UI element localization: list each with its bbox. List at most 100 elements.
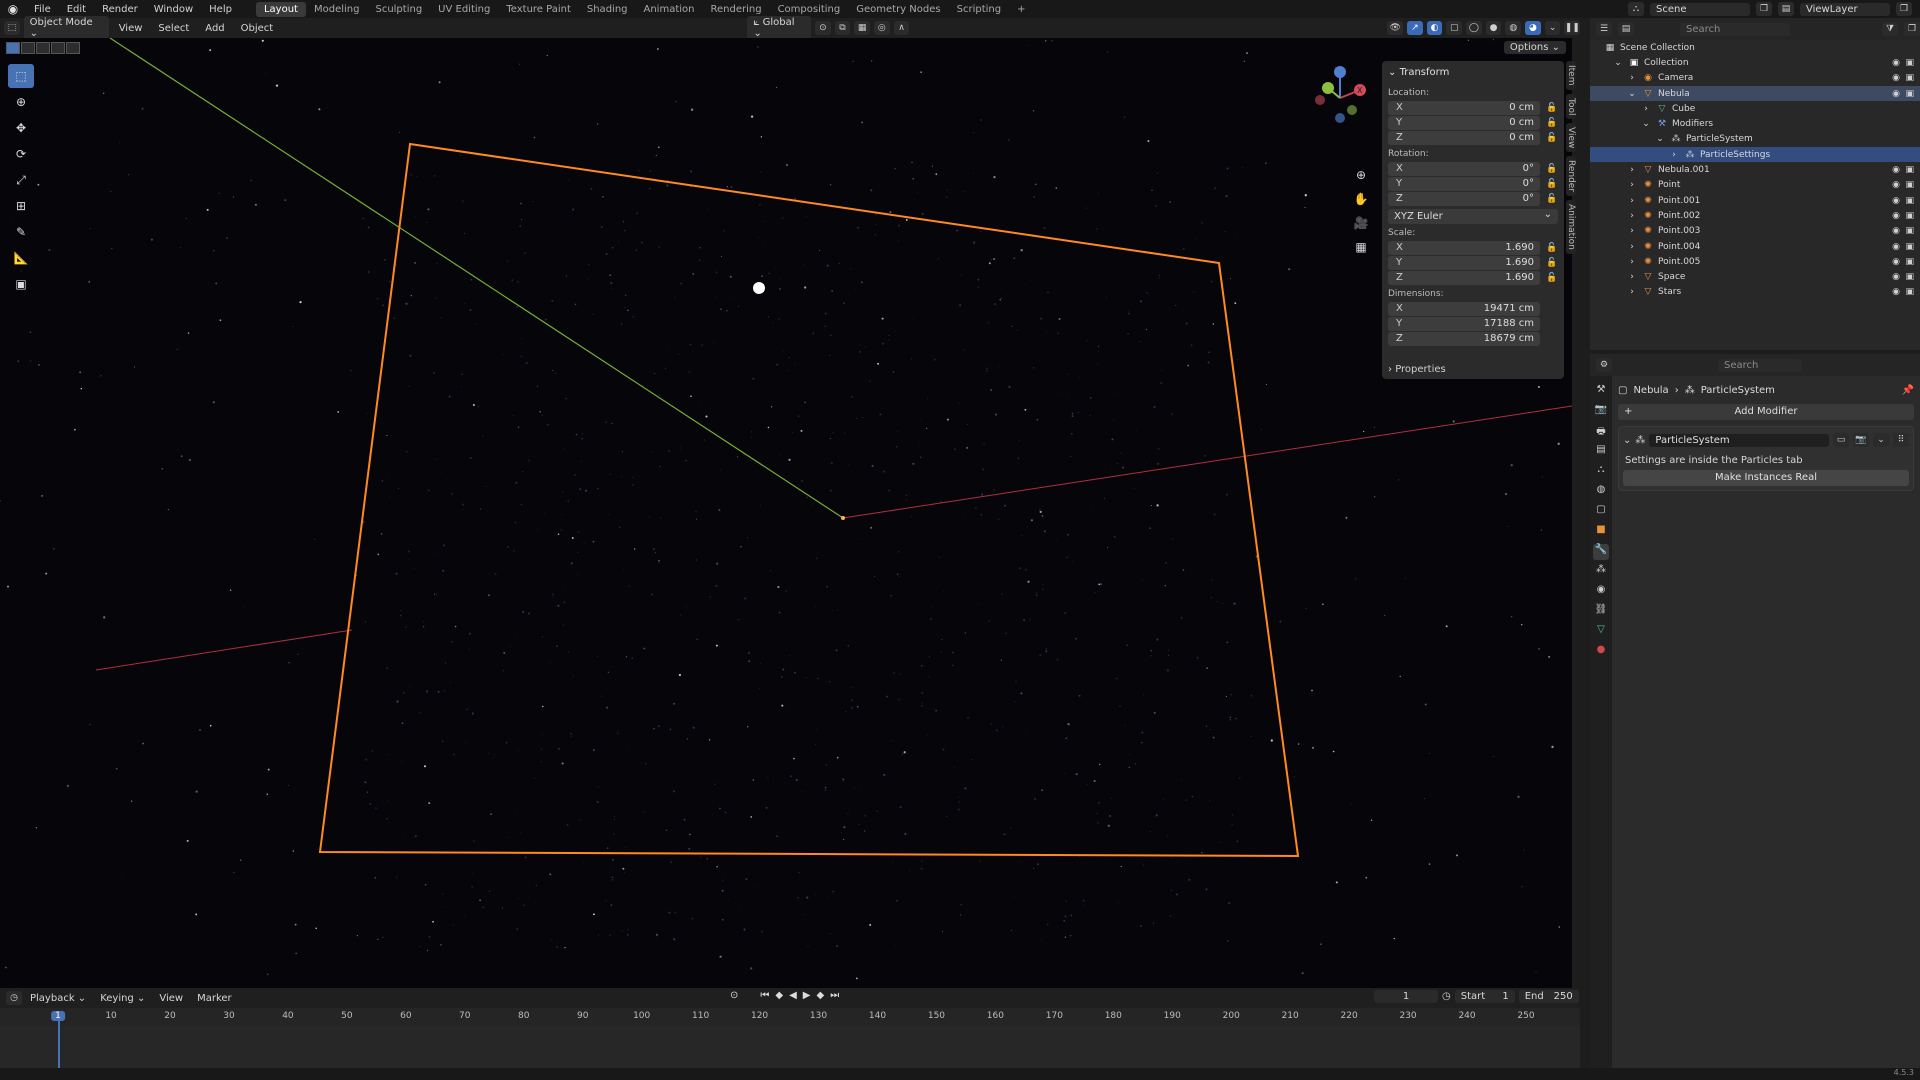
scale-z-field[interactable]: 1.690 [1428, 270, 1540, 285]
location-x-field[interactable]: 0 cm [1428, 100, 1540, 115]
shading-rendered-icon[interactable]: ◕ [1525, 21, 1541, 35]
scale-tool-icon[interactable]: ⤢ [8, 168, 34, 192]
transform-panel-header[interactable]: ⌄ Transform [1388, 65, 1558, 84]
rotation-mode-dropdown[interactable]: XYZ Euler [1388, 207, 1558, 224]
visibility-eye-icon[interactable]: ◉ [1892, 58, 1900, 68]
tool-settings-icon[interactable]: ⚒ [1593, 384, 1609, 400]
properties-search-input[interactable]: Search [1718, 358, 1802, 372]
dimensions-y-field[interactable]: 17188 cm [1428, 316, 1540, 331]
workspace-tab-modeling[interactable]: Modeling [306, 2, 368, 17]
pivot-point-icon[interactable]: ⊙ [815, 21, 831, 35]
render-camera-icon[interactable]: ▣ [1905, 272, 1914, 282]
timeline-editor-type-icon[interactable]: ◷ [6, 991, 22, 1005]
outliner-row[interactable]: › ✺ Point.002 ◉ ▣ [1590, 208, 1920, 223]
outliner-row[interactable]: › ▽ Stars ◉ ▣ [1590, 285, 1920, 300]
rotation-x-field[interactable]: 0° [1428, 161, 1540, 176]
render-camera-icon[interactable]: ▣ [1905, 257, 1914, 267]
jump-keyframe-forward-icon[interactable]: ◆ [817, 990, 825, 1001]
render-camera-icon[interactable]: ▣ [1905, 226, 1914, 236]
visibility-eye-icon[interactable]: ◉ [1892, 272, 1900, 282]
lock-icon[interactable]: 🔓 [1546, 118, 1558, 128]
show-render-icon[interactable]: 📷 [1853, 433, 1869, 447]
workspace-tab-rendering[interactable]: Rendering [702, 2, 769, 17]
dimensions-x-field[interactable]: 19471 cm [1428, 301, 1540, 316]
object-menu[interactable]: Object [235, 22, 280, 35]
visibility-eye-icon[interactable]: ◉ [1892, 242, 1900, 252]
expand-chevron-icon[interactable]: › [1668, 150, 1680, 160]
outliner-editor-type-icon[interactable]: ☰ [1596, 22, 1612, 36]
marker-menu[interactable]: Marker [191, 992, 238, 1005]
expand-chevron-icon[interactable]: › [1626, 211, 1638, 221]
outliner-row[interactable]: ⌄ ⚒ Modifiers [1590, 116, 1920, 131]
lock-icon[interactable]: 🔓 [1546, 194, 1558, 204]
expand-chevron-icon[interactable]: ⌄ [1626, 89, 1638, 99]
add-workspace-button[interactable]: + [1009, 2, 1033, 17]
tab-tool[interactable]: Tool [1566, 93, 1576, 119]
rotation-z-field[interactable]: 0° [1428, 191, 1540, 206]
workspace-tab-sculpting[interactable]: Sculpting [367, 2, 430, 17]
visibility-eye-icon[interactable]: ◉ [1892, 257, 1900, 267]
measure-tool-icon[interactable]: 📐 [8, 246, 34, 270]
outliner-row[interactable]: › ▽ Cube [1590, 101, 1920, 116]
mesh-data-icon[interactable]: ▽ [1593, 624, 1609, 640]
tab-item[interactable]: Item [1566, 61, 1576, 90]
constraints-icon[interactable]: ⛓ [1593, 604, 1609, 620]
outliner-row[interactable]: ⌄ ⁂ ParticleSystem [1590, 132, 1920, 147]
outliner-row[interactable]: › ✺ Point ◉ ▣ [1590, 178, 1920, 193]
expand-chevron-icon[interactable]: › [1626, 226, 1638, 236]
render-camera-icon[interactable]: ▣ [1905, 180, 1914, 190]
xray-toggle-icon[interactable]: ▢ [1446, 21, 1463, 35]
pause-render-icon[interactable]: ❚❚ [1564, 21, 1581, 35]
expand-chevron-icon[interactable]: › [1626, 73, 1638, 83]
lock-icon[interactable]: 🔓 [1546, 103, 1558, 113]
view-menu[interactable]: View [113, 22, 149, 35]
preview-range-clock-icon[interactable]: ◷ [1442, 991, 1451, 1002]
snap-icon[interactable]: ⧉ [834, 21, 851, 35]
pin-icon[interactable]: 📌 [1902, 385, 1914, 396]
expand-chevron-icon[interactable]: › [1626, 257, 1638, 267]
select-mode-new[interactable] [6, 42, 20, 54]
menu-help[interactable]: Help [201, 4, 240, 15]
visibility-eye-icon[interactable]: ◉ [1892, 89, 1900, 99]
select-mode-invert[interactable] [51, 42, 65, 54]
visibility-eye-icon[interactable]: ◉ [1892, 73, 1900, 83]
render-camera-icon[interactable]: ▣ [1905, 196, 1914, 206]
expand-chevron-icon[interactable]: › [1626, 196, 1638, 206]
properties-subpanel[interactable]: › Properties [1382, 361, 1564, 378]
view-layer-selector[interactable]: ViewLayer [1800, 2, 1890, 16]
new-view-layer-icon[interactable]: ❐ [1896, 2, 1912, 16]
gizmo-toggle-icon[interactable]: ↗ [1407, 21, 1423, 35]
jump-start-icon[interactable]: ⏮ [760, 990, 769, 1001]
playhead[interactable] [58, 1018, 60, 1068]
select-menu[interactable]: Select [152, 22, 195, 35]
workspace-tab-animation[interactable]: Animation [636, 2, 703, 17]
overlays-toggle-icon[interactable]: ◐ [1426, 21, 1443, 35]
editor-type-icon[interactable]: ⬚ [4, 21, 20, 35]
outliner-search-input[interactable]: Search [1680, 22, 1790, 36]
visibility-eye-icon[interactable]: ◉ [1892, 165, 1900, 175]
proportional-edit-icon[interactable]: ◎ [874, 21, 890, 35]
workspace-tab-compositing[interactable]: Compositing [770, 2, 849, 17]
current-frame-field[interactable]: 1 [1374, 990, 1438, 1003]
select-mode-intersect[interactable] [66, 42, 80, 54]
render-camera-icon[interactable]: ▣ [1905, 89, 1914, 99]
outliner-row[interactable]: › ◉ Camera ◉ ▣ [1590, 71, 1920, 86]
expand-chevron-icon[interactable]: › [1640, 104, 1652, 114]
visibility-eye-icon[interactable]: ◉ [1892, 226, 1900, 236]
select-mode-subtract[interactable] [36, 42, 50, 54]
render-camera-icon[interactable]: ▣ [1905, 165, 1914, 175]
outliner-row[interactable]: › ⁂ ParticleSettings [1590, 147, 1920, 163]
output-icon[interactable]: 🖶 [1593, 424, 1609, 440]
modifier-wrench-icon[interactable]: 🔧 [1593, 544, 1609, 560]
render-camera-icon[interactable]: ▣ [1905, 211, 1914, 221]
expand-chevron-icon[interactable]: › [1626, 272, 1638, 282]
new-collection-icon[interactable]: ❐ [1904, 22, 1920, 36]
lock-icon[interactable]: 🔓 [1546, 179, 1558, 189]
dimensions-z-field[interactable]: 18679 cm [1428, 331, 1540, 346]
lock-icon[interactable]: 🔓 [1546, 258, 1558, 268]
expand-chevron-icon[interactable]: ⌄ [1654, 134, 1666, 144]
add-modifier-button[interactable]: + Add Modifier [1618, 404, 1914, 420]
workspace-tab-scripting[interactable]: Scripting [949, 2, 1009, 17]
workspace-tab-shading[interactable]: Shading [579, 2, 636, 17]
falloff-icon[interactable]: ∧ [893, 21, 910, 35]
